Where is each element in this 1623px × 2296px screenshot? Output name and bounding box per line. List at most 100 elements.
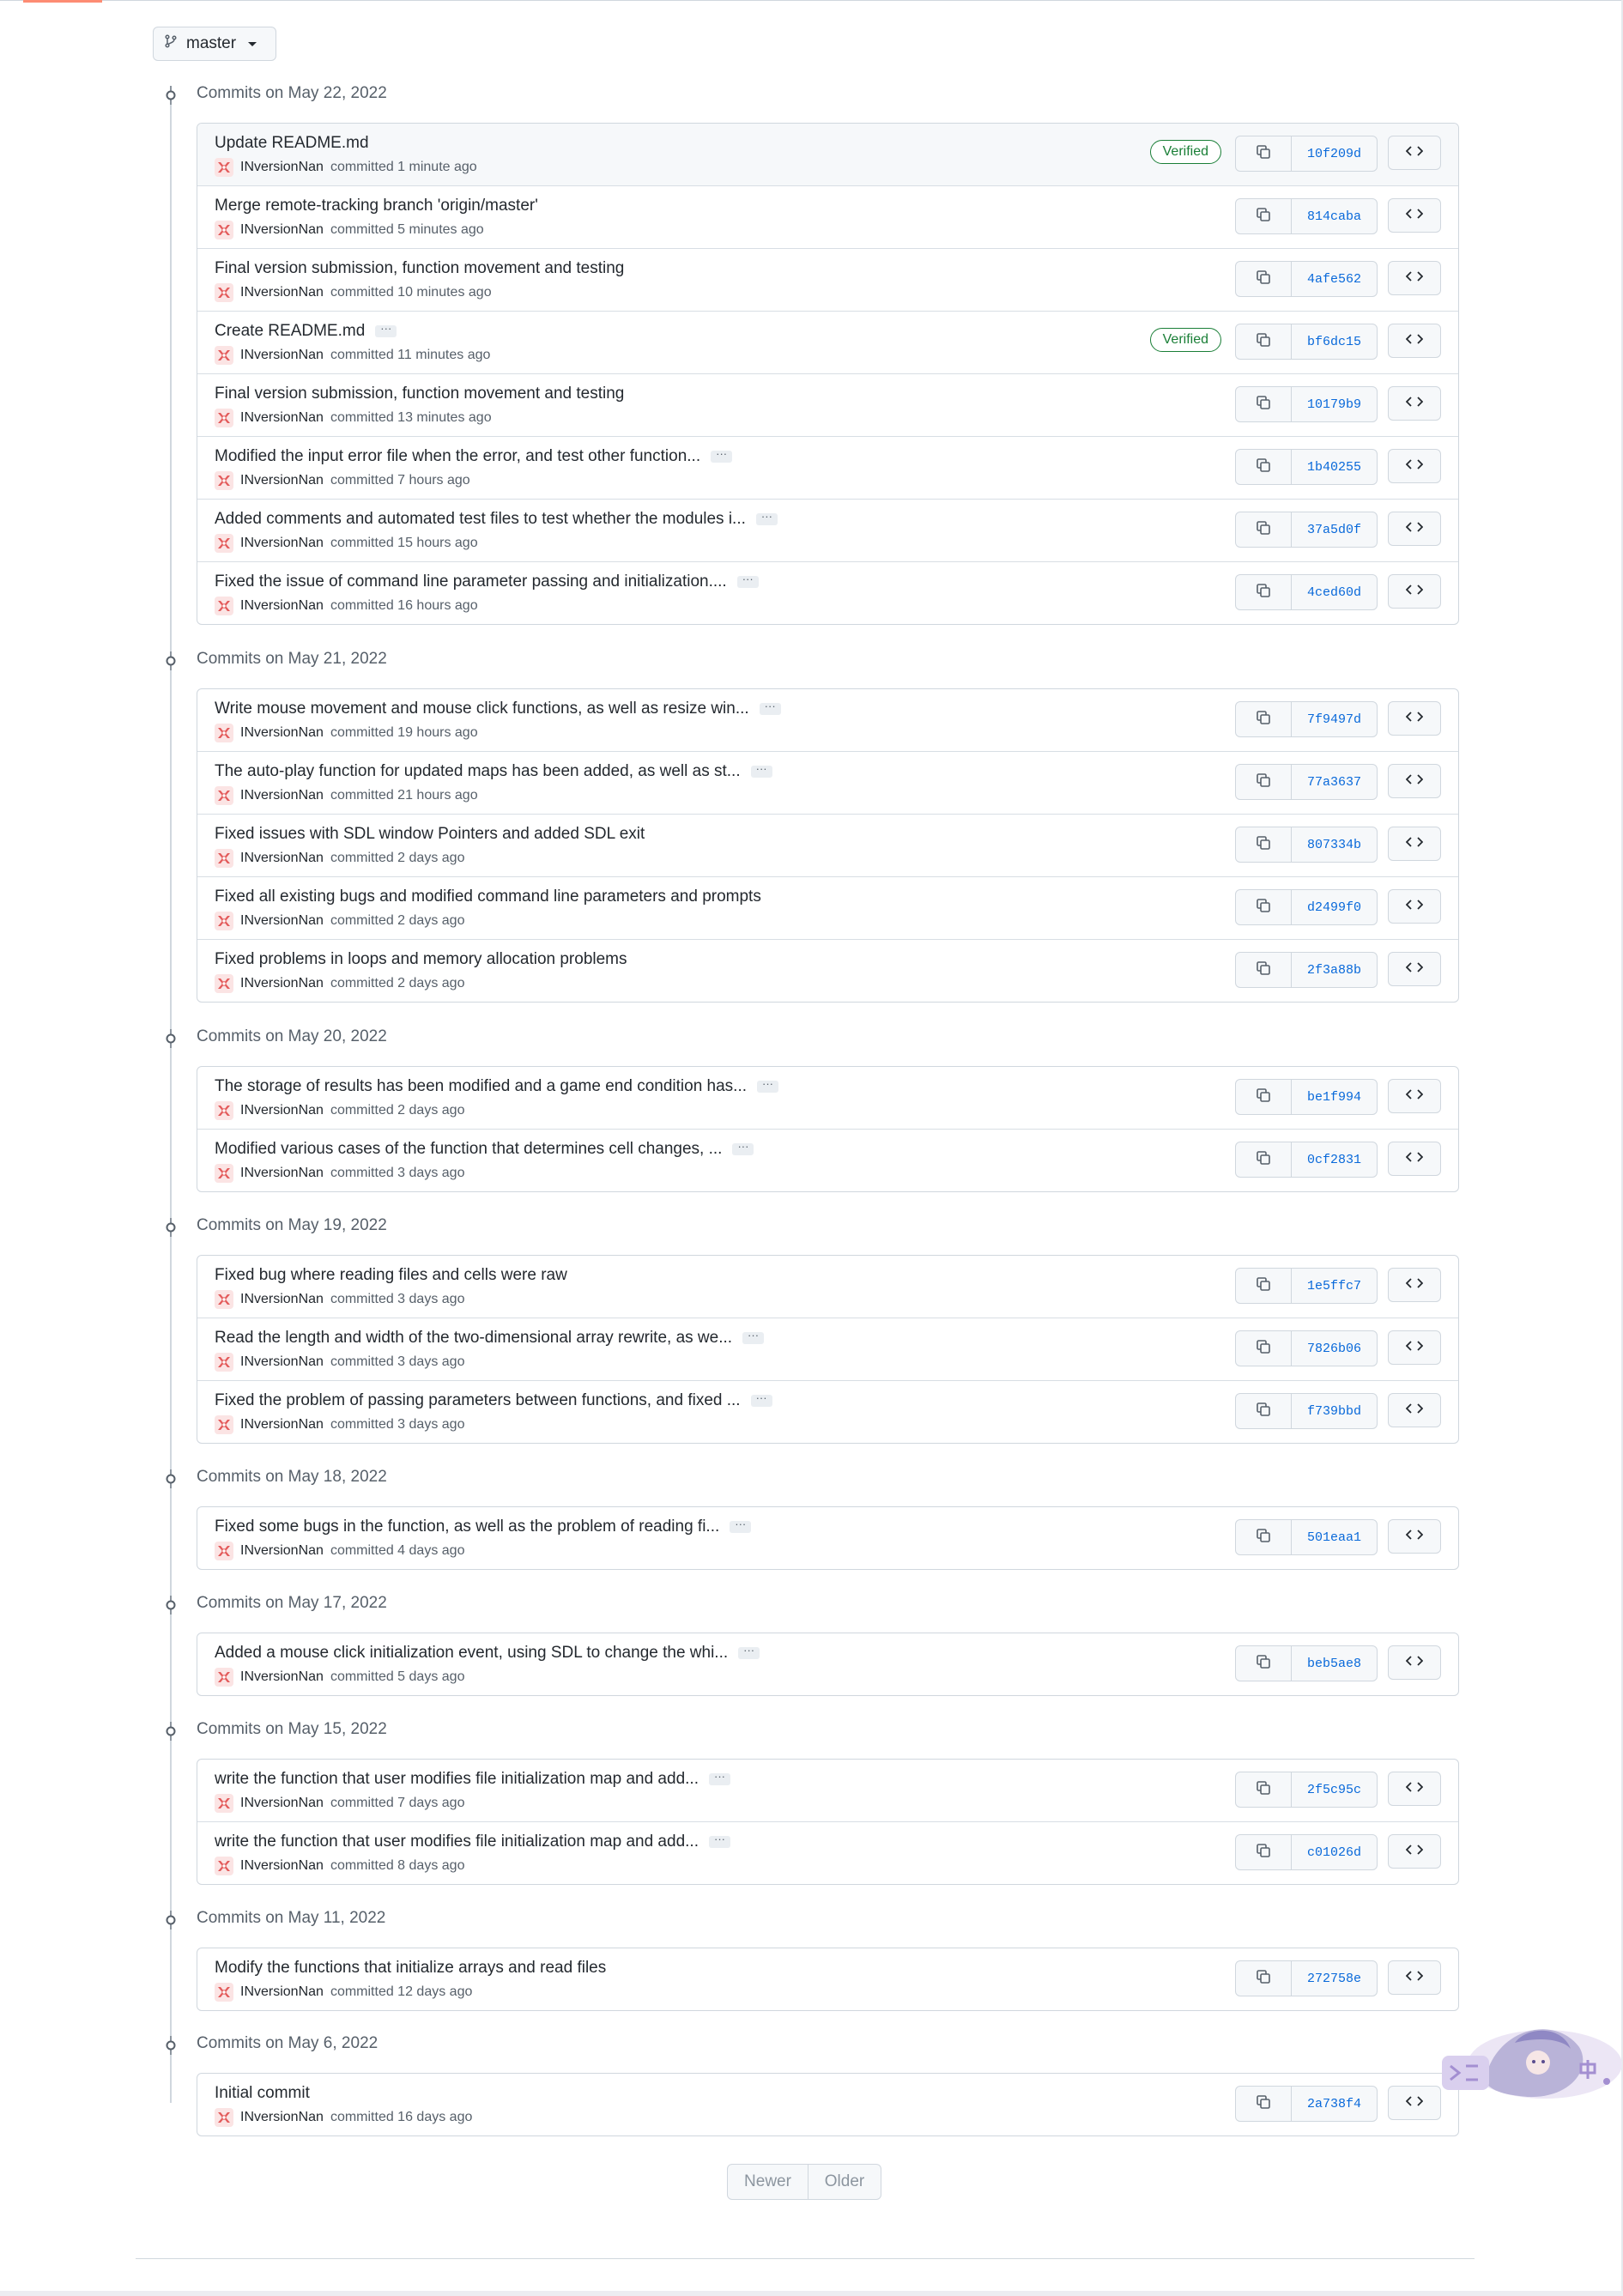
commit-message-link[interactable]: Fixed some bugs in the function, as well… bbox=[215, 1518, 719, 1536]
avatar-icon[interactable] bbox=[215, 471, 233, 490]
browse-repo-button[interactable] bbox=[1388, 512, 1441, 546]
copy-sha-button[interactable] bbox=[1236, 1520, 1292, 1554]
commit-message-link[interactable]: write the function that user modifies fi… bbox=[215, 1833, 699, 1851]
commit-author-link[interactable]: INversionNan bbox=[240, 1796, 324, 1811]
browse-repo-button[interactable] bbox=[1388, 1960, 1441, 1995]
copy-sha-button[interactable] bbox=[1236, 1961, 1292, 1996]
commit-author-link[interactable]: INversionNan bbox=[240, 1354, 324, 1370]
expand-message-button[interactable]: ··· bbox=[738, 1645, 760, 1659]
browse-repo-button[interactable] bbox=[1388, 764, 1441, 798]
commit-author-link[interactable]: INversionNan bbox=[240, 473, 324, 488]
copy-sha-button[interactable] bbox=[1236, 1331, 1292, 1366]
avatar-icon[interactable] bbox=[215, 1353, 233, 1372]
avatar-icon[interactable] bbox=[215, 849, 233, 868]
commit-sha-link[interactable]: 10179b9 bbox=[1292, 387, 1377, 421]
commit-sha-link[interactable]: c01026d bbox=[1292, 1835, 1377, 1869]
commit-sha-link[interactable]: beb5ae8 bbox=[1292, 1646, 1377, 1681]
browse-repo-button[interactable] bbox=[1388, 1772, 1441, 1806]
commit-author-link[interactable]: INversionNan bbox=[240, 913, 324, 929]
avatar-icon[interactable] bbox=[215, 1857, 233, 1875]
avatar-icon[interactable] bbox=[215, 534, 233, 553]
commit-author-link[interactable]: INversionNan bbox=[240, 1417, 324, 1433]
copy-sha-button[interactable] bbox=[1236, 1835, 1292, 1869]
commit-message-link[interactable]: The auto-play function for updated maps … bbox=[215, 762, 741, 781]
commit-sha-link[interactable]: 7f9497d bbox=[1292, 702, 1377, 736]
copy-sha-button[interactable] bbox=[1236, 765, 1292, 799]
copy-sha-button[interactable] bbox=[1236, 262, 1292, 296]
commit-author-link[interactable]: INversionNan bbox=[240, 851, 324, 866]
commit-sha-link[interactable]: 1b40255 bbox=[1292, 450, 1377, 484]
expand-message-button[interactable]: ··· bbox=[750, 763, 772, 778]
copy-sha-button[interactable] bbox=[1236, 512, 1292, 547]
commit-author-link[interactable]: INversionNan bbox=[240, 1292, 324, 1307]
commit-author-link[interactable]: INversionNan bbox=[240, 598, 324, 614]
browse-repo-button[interactable] bbox=[1388, 136, 1441, 170]
avatar-icon[interactable] bbox=[215, 1668, 233, 1687]
copy-sha-button[interactable] bbox=[1236, 1142, 1292, 1177]
commit-message-link[interactable]: Read the length and width of the two-dim… bbox=[215, 1329, 732, 1348]
commit-author-link[interactable]: INversionNan bbox=[240, 285, 324, 300]
browse-repo-button[interactable] bbox=[1388, 386, 1441, 421]
commit-author-link[interactable]: INversionNan bbox=[240, 410, 324, 426]
commit-sha-link[interactable]: be1f994 bbox=[1292, 1080, 1377, 1114]
copy-sha-button[interactable] bbox=[1236, 827, 1292, 862]
commit-message-link[interactable]: Fixed problems in loops and memory alloc… bbox=[215, 950, 627, 969]
commit-message-link[interactable]: Fixed all existing bugs and modified com… bbox=[215, 888, 761, 906]
commit-sha-link[interactable]: 2a738f4 bbox=[1292, 2087, 1377, 2121]
avatar-icon[interactable] bbox=[215, 1794, 233, 1813]
copy-sha-button[interactable] bbox=[1236, 702, 1292, 736]
expand-message-button[interactable]: ··· bbox=[750, 1392, 772, 1407]
browse-repo-button[interactable] bbox=[1388, 952, 1441, 986]
commit-author-link[interactable]: INversionNan bbox=[240, 725, 324, 741]
avatar-icon[interactable] bbox=[215, 1290, 233, 1309]
avatar-icon[interactable] bbox=[215, 1415, 233, 1434]
commit-message-link[interactable]: Fixed issues with SDL window Pointers an… bbox=[215, 825, 645, 844]
expand-message-button[interactable]: ··· bbox=[742, 1330, 765, 1344]
avatar-icon[interactable] bbox=[215, 221, 233, 239]
browse-repo-button[interactable] bbox=[1388, 449, 1441, 483]
commit-sha-link[interactable]: d2499f0 bbox=[1292, 890, 1377, 924]
commit-message-link[interactable]: Modified the input error file when the e… bbox=[215, 447, 700, 466]
avatar-icon[interactable] bbox=[215, 786, 233, 805]
commit-message-link[interactable]: Added a mouse click initialization event… bbox=[215, 1644, 728, 1663]
avatar-icon[interactable] bbox=[215, 912, 233, 930]
browse-repo-button[interactable] bbox=[1388, 889, 1441, 924]
verified-badge[interactable]: Verified bbox=[1149, 328, 1221, 352]
commit-author-link[interactable]: INversionNan bbox=[240, 1166, 324, 1181]
commit-message-link[interactable]: Fixed the problem of passing parameters … bbox=[215, 1391, 741, 1410]
commit-message-link[interactable]: Final version submission, function movem… bbox=[215, 259, 624, 278]
commit-sha-link[interactable]: 2f3a88b bbox=[1292, 953, 1377, 987]
expand-message-button[interactable]: ··· bbox=[711, 448, 733, 463]
commit-author-link[interactable]: INversionNan bbox=[240, 2110, 324, 2125]
expand-message-button[interactable]: ··· bbox=[730, 1518, 752, 1533]
avatar-icon[interactable] bbox=[215, 1101, 233, 1120]
browse-repo-button[interactable] bbox=[1388, 1142, 1441, 1176]
copy-sha-button[interactable] bbox=[1236, 953, 1292, 987]
commit-message-link[interactable]: Fixed the issue of command line paramete… bbox=[215, 572, 727, 591]
copy-sha-button[interactable] bbox=[1236, 2087, 1292, 2121]
browse-repo-button[interactable] bbox=[1388, 1834, 1441, 1869]
copy-sha-button[interactable] bbox=[1236, 199, 1292, 233]
verified-badge[interactable]: Verified bbox=[1149, 140, 1221, 164]
avatar-icon[interactable] bbox=[215, 409, 233, 427]
commit-sha-link[interactable]: 37a5d0f bbox=[1292, 512, 1377, 547]
commit-sha-link[interactable]: 4afe562 bbox=[1292, 262, 1377, 296]
expand-message-button[interactable]: ··· bbox=[755, 511, 778, 525]
expand-message-button[interactable]: ··· bbox=[708, 1771, 730, 1785]
commit-message-link[interactable]: The storage of results has been modified… bbox=[215, 1077, 747, 1096]
commit-author-link[interactable]: INversionNan bbox=[240, 222, 324, 238]
commit-message-link[interactable]: Modified various cases of the function t… bbox=[215, 1140, 722, 1159]
browse-repo-button[interactable] bbox=[1388, 1519, 1441, 1554]
avatar-icon[interactable] bbox=[215, 2108, 233, 2127]
commit-author-link[interactable]: INversionNan bbox=[240, 1858, 324, 1874]
browse-repo-button[interactable] bbox=[1388, 198, 1441, 233]
copy-sha-button[interactable] bbox=[1236, 324, 1292, 359]
copy-sha-button[interactable] bbox=[1236, 1394, 1292, 1428]
browse-repo-button[interactable] bbox=[1388, 261, 1441, 295]
commit-message-link[interactable]: Modify the functions that initialize arr… bbox=[215, 1959, 606, 1978]
commit-message-link[interactable]: Initial commit bbox=[215, 2084, 310, 2103]
commit-message-link[interactable]: Create README.md bbox=[215, 322, 365, 341]
commit-message-link[interactable]: Final version submission, function movem… bbox=[215, 385, 624, 403]
commit-sha-link[interactable]: 4ced60d bbox=[1292, 575, 1377, 609]
commit-author-link[interactable]: INversionNan bbox=[240, 1984, 324, 2000]
